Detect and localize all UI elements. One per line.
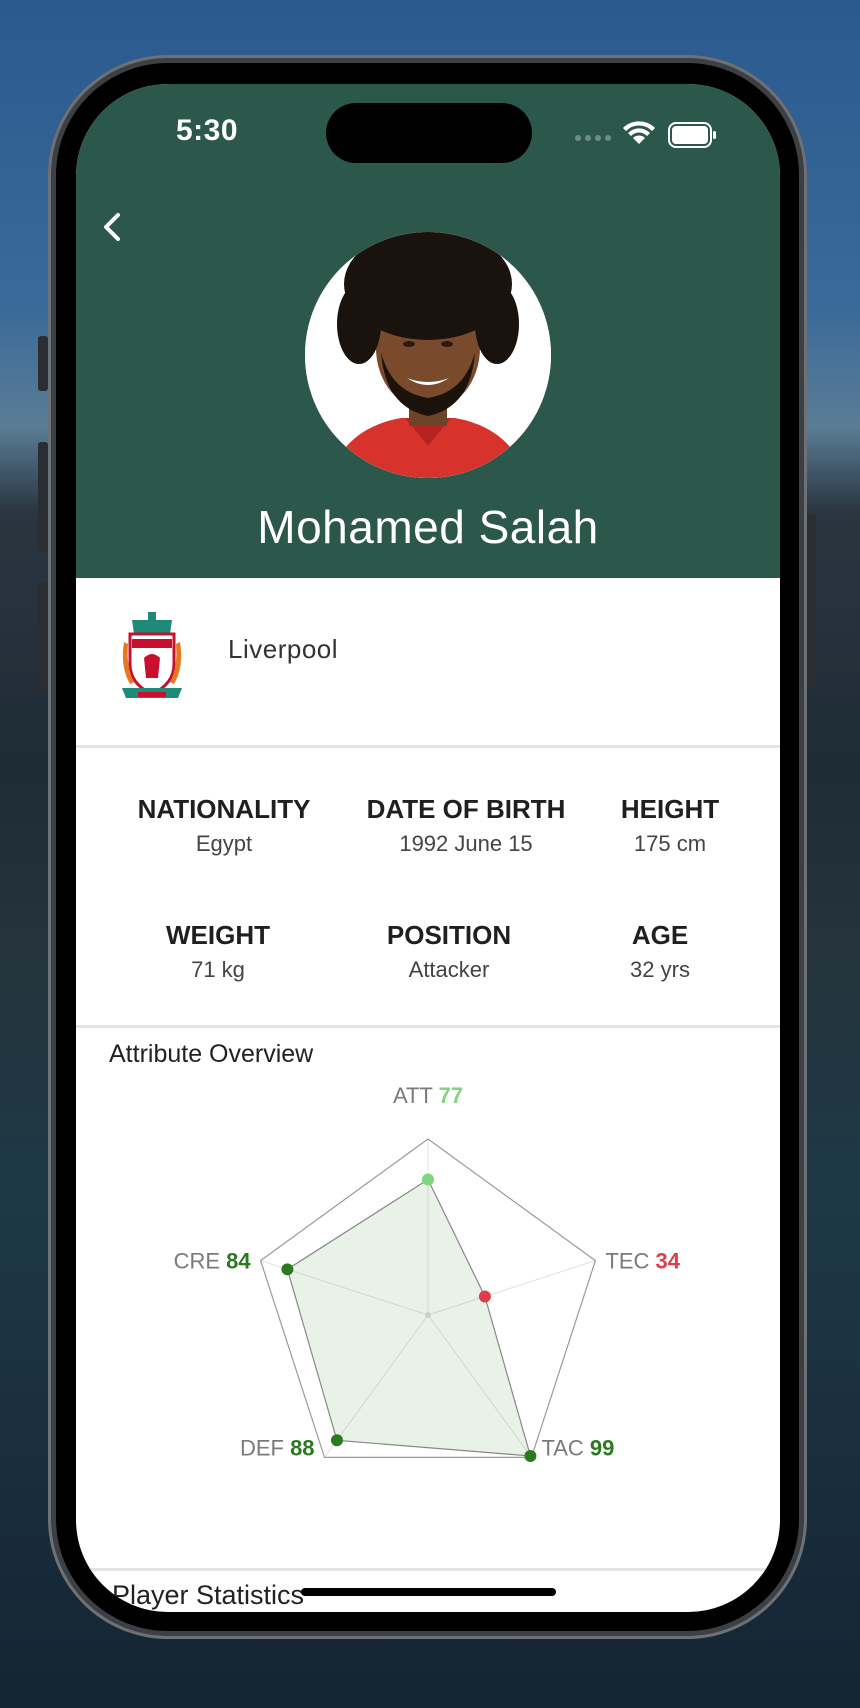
radar-label-att: ATT 77 (393, 1084, 463, 1108)
info-label: AGE (631, 920, 689, 950)
player-header: 5:30 Mohamed Salah (76, 84, 780, 578)
player-statistics-title: Player Statistics (112, 1580, 305, 1610)
info-height: HEIGHT 175 cm (555, 794, 780, 857)
club-row[interactable]: Liverpool (76, 578, 780, 746)
radar-data-area (286, 1178, 532, 1457)
home-indicator[interactable] (301, 1588, 556, 1596)
info-value: 175 cm (633, 831, 707, 856)
info-label: WEIGHT (166, 920, 270, 950)
info-weight: WEIGHT 71 kg (103, 920, 333, 983)
divider (76, 745, 780, 748)
phone-side-button (38, 442, 48, 552)
info-value: 32 yrs (630, 957, 690, 982)
info-value: 1992 June 15 (399, 831, 533, 856)
info-date-of-birth: DATE OF BIRTH 1992 June 15 (351, 794, 581, 857)
radar-point-cre (281, 1263, 294, 1276)
club-name: Liverpool (228, 634, 339, 664)
phone-side-button (38, 582, 48, 692)
info-value: 71 kg (191, 957, 245, 982)
divider (76, 1025, 780, 1028)
divider (76, 1568, 780, 1571)
radar-point-tec (478, 1290, 491, 1303)
info-label: DATE OF BIRTH (366, 794, 566, 824)
phone-side-button (806, 515, 816, 690)
radar-point-tac (524, 1449, 537, 1462)
info-label: HEIGHT (620, 794, 720, 824)
info-label: NATIONALITY (137, 794, 311, 824)
chevron-left-icon (104, 213, 120, 241)
back-button[interactable] (96, 202, 136, 252)
info-position: POSITION Attacker (334, 920, 564, 983)
radar-label-cre: CRE 84 (174, 1249, 252, 1274)
info-age: AGE 32 yrs (545, 920, 775, 983)
player-name: Mohamed Salah (257, 501, 599, 553)
liverpool-crest-logo (118, 612, 186, 702)
radar-point-def (330, 1434, 343, 1447)
info-value: Egypt (195, 831, 253, 856)
radar-label-tac: TAC 99 (541, 1435, 614, 1460)
attribute-radar-chart: ATT 77 TEC 34 TAC 99 DEF 88 CRE 84 (174, 1084, 681, 1462)
cellular-signal-icon (575, 135, 611, 141)
status-time: 5:30 (176, 114, 239, 147)
attribute-overview-title: Attribute Overview (109, 1040, 314, 1068)
radar-point-att (422, 1173, 434, 1186)
wifi-icon (623, 121, 655, 144)
radar-label-tec: TEC 34 (605, 1249, 680, 1274)
app-screen: 5:30 Mohamed Salah Liverpool NATIONALITY… (76, 84, 780, 1612)
dynamic-island (326, 103, 532, 163)
info-value: Attacker (408, 957, 490, 982)
player-photo (305, 232, 551, 478)
radar-center (425, 1312, 431, 1318)
phone-side-button (38, 336, 48, 391)
info-label: POSITION (386, 920, 512, 950)
radar-label-def: DEF 88 (240, 1435, 315, 1460)
info-nationality: NATIONALITY Egypt (109, 794, 339, 857)
battery-icon (668, 122, 716, 148)
